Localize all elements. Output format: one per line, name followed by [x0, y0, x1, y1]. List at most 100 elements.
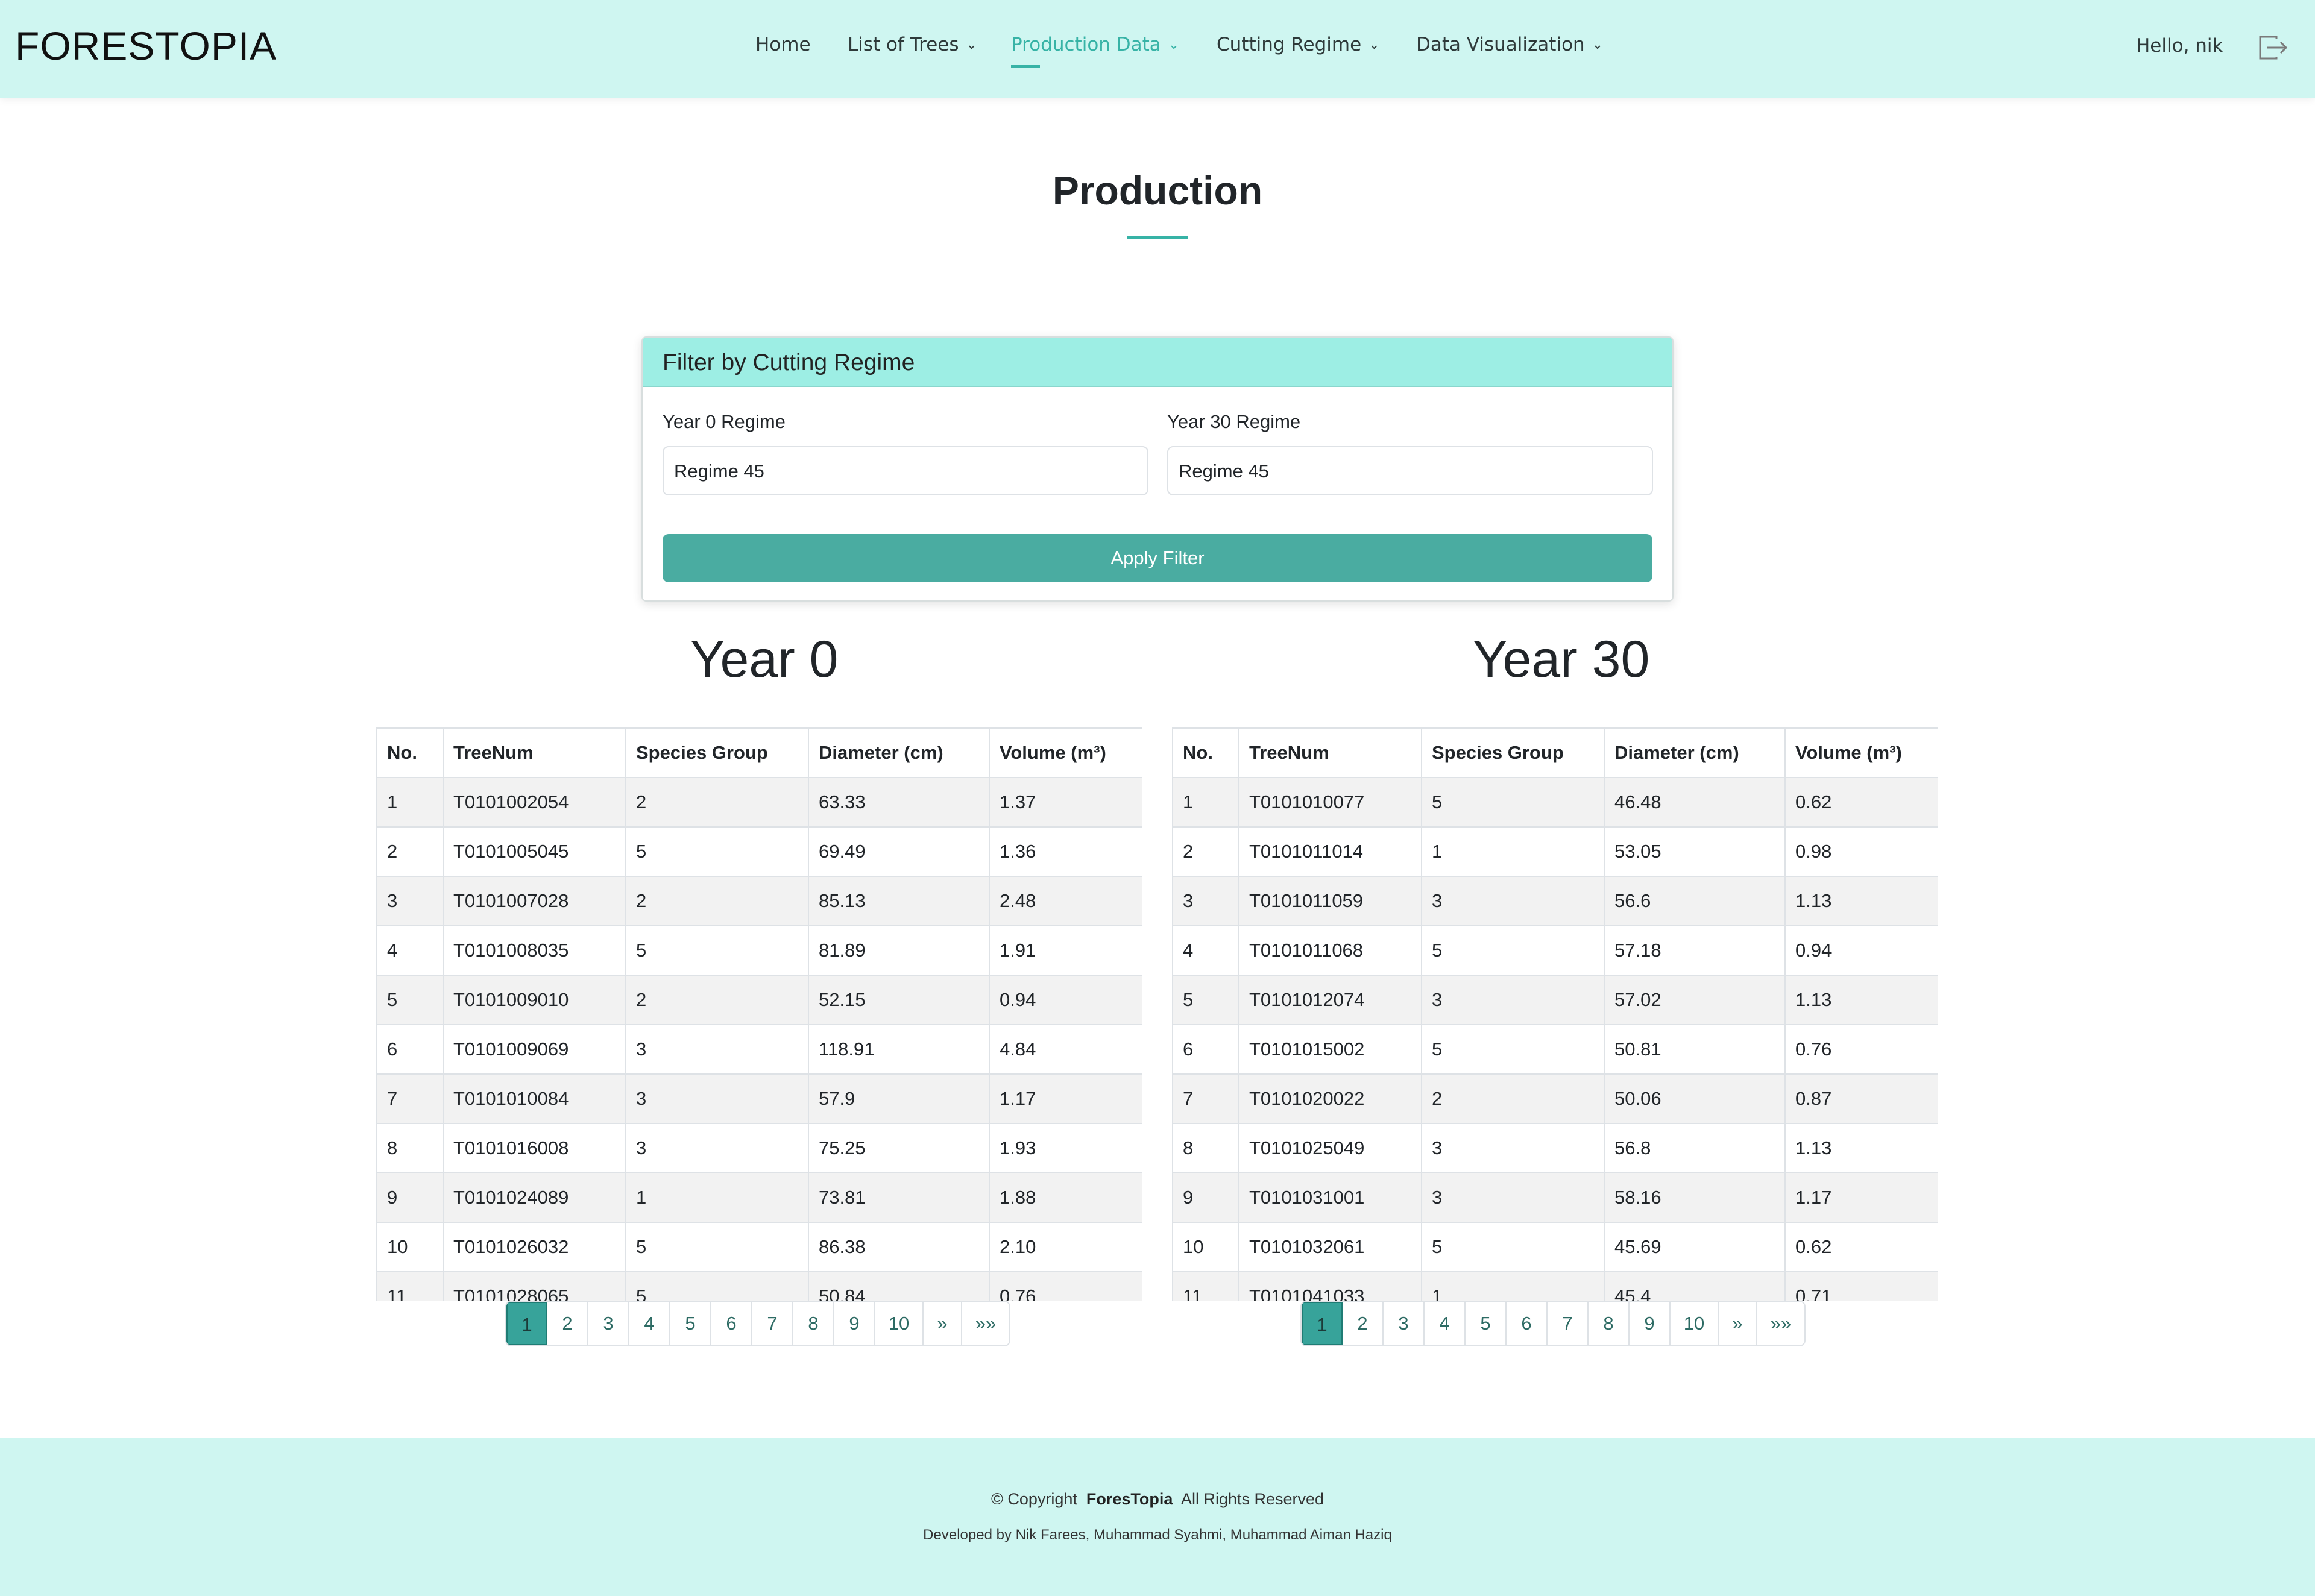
year30-page-5[interactable]: 5 [1466, 1302, 1507, 1345]
cell-diameter: 50.06 [1604, 1073, 1786, 1124]
year30-regime-label: Year 30 Regime [1167, 411, 1301, 432]
cell-treenum: T0101015002 [1238, 1024, 1422, 1075]
chevron-down-icon: ⌄ [966, 37, 977, 52]
cell-diameter: 69.49 [808, 826, 990, 877]
cell-treenum: T0101031001 [1238, 1172, 1422, 1223]
year30-page-8[interactable]: 8 [1589, 1302, 1630, 1345]
col-volume: Volume (m³) [1784, 727, 1938, 778]
top-navbar: FORESTOPIA Home List of Trees ⌄ Productio… [0, 0, 2315, 98]
year30-page-3[interactable]: 3 [1384, 1302, 1425, 1345]
cell-volume: 2.10 [989, 1222, 1142, 1272]
year30-page-10[interactable]: 10 [1671, 1302, 1719, 1345]
table-row: 5 T0101012074 3 57.02 1.13 [1172, 975, 1938, 1025]
cell-volume: 1.13 [1784, 876, 1938, 926]
year0-page-10[interactable]: 10 [875, 1302, 924, 1345]
year0-page-4[interactable]: 4 [629, 1302, 670, 1345]
chevron-down-icon: ⌄ [1168, 37, 1180, 52]
col-diameter: Diameter (cm) [808, 727, 990, 778]
cell-treenum: T0101010084 [443, 1073, 626, 1124]
cell-volume: 0.98 [1784, 826, 1938, 877]
year30-page-next[interactable]: » [1719, 1302, 1757, 1345]
table-row: 1 T0101002054 2 63.33 1.37 [376, 777, 1142, 828]
year0-page-next[interactable]: » [924, 1302, 962, 1345]
year0-page-6[interactable]: 6 [711, 1302, 752, 1345]
cell-species-group: 2 [625, 876, 809, 926]
cell-volume: 1.91 [989, 925, 1142, 976]
nav-production-data[interactable]: Production Data ⌄ [1011, 34, 1179, 55]
year30-page-last[interactable]: »» [1757, 1302, 1804, 1345]
year0-page-3[interactable]: 3 [588, 1302, 629, 1345]
nav-data-visualization[interactable]: Data Visualization ⌄ [1416, 34, 1603, 55]
cell-treenum: T0101032061 [1238, 1222, 1422, 1272]
year0-page-2[interactable]: 2 [547, 1302, 588, 1345]
cell-diameter: 75.25 [808, 1123, 990, 1173]
col-species-group: Species Group [1421, 727, 1605, 778]
cell-no: 11 [1172, 1271, 1239, 1301]
cell-diameter: 56.8 [1604, 1123, 1786, 1173]
table-row: 8 T0101025049 3 56.8 1.13 [1172, 1123, 1938, 1173]
cell-species-group: 1 [1421, 826, 1605, 877]
year0-table-container[interactable]: No. TreeNum Species Group Diameter (cm) … [376, 727, 1142, 1301]
cell-no: 5 [1172, 975, 1239, 1025]
cell-treenum: T0101009010 [443, 975, 626, 1025]
cell-diameter: 73.81 [808, 1172, 990, 1223]
cell-no: 6 [1172, 1024, 1239, 1075]
cell-treenum: T0101025049 [1238, 1123, 1422, 1173]
year30-page-1[interactable]: 1 [1302, 1302, 1343, 1345]
cell-diameter: 118.91 [808, 1024, 990, 1075]
copyright-line: © Copyright ForesTopia All Rights Reserv… [0, 1490, 2315, 1509]
cell-volume: 0.62 [1784, 1222, 1938, 1272]
year30-page-9[interactable]: 9 [1630, 1302, 1671, 1345]
year0-regime-select[interactable]: Regime 45 [663, 446, 1148, 495]
year30-pagination: 1 2 3 4 5 6 7 8 9 10»»» [1300, 1301, 1806, 1346]
cell-volume: 0.76 [1784, 1024, 1938, 1075]
year0-page-8[interactable]: 8 [793, 1302, 834, 1345]
table-row: 9 T0101031001 3 58.16 1.17 [1172, 1172, 1938, 1223]
apply-filter-button[interactable]: Apply Filter [663, 534, 1652, 582]
nav-cutting-regime[interactable]: Cutting Regime ⌄ [1217, 34, 1380, 55]
nav-home[interactable]: Home [755, 34, 811, 55]
cell-treenum: T0101007028 [443, 876, 626, 926]
cell-no: 3 [376, 876, 444, 926]
cell-no: 9 [376, 1172, 444, 1223]
col-species-group: Species Group [625, 727, 809, 778]
cell-species-group: 3 [1421, 876, 1605, 926]
table-header-row: No. TreeNum Species Group Diameter (cm) … [376, 727, 1142, 778]
year30-page-6[interactable]: 6 [1507, 1302, 1548, 1345]
cell-species-group: 3 [625, 1123, 809, 1173]
year30-regime-select[interactable]: Regime 45 [1167, 446, 1653, 495]
year0-page-9[interactable]: 9 [834, 1302, 875, 1345]
cell-species-group: 2 [625, 777, 809, 828]
cell-volume: 0.87 [1784, 1073, 1938, 1124]
year30-page-7[interactable]: 7 [1548, 1302, 1589, 1345]
year30-page-2[interactable]: 2 [1343, 1302, 1384, 1345]
cell-no: 8 [1172, 1123, 1239, 1173]
filter-card-title: Filter by Cutting Regime [663, 350, 915, 375]
cell-diameter: 86.38 [808, 1222, 990, 1272]
cell-treenum: T0101002054 [443, 777, 626, 828]
nav-list-of-trees-label: List of Trees [848, 34, 959, 55]
nav-list-of-trees[interactable]: List of Trees ⌄ [848, 34, 977, 55]
cell-no: 8 [376, 1123, 444, 1173]
page-title: Production [1052, 168, 1263, 213]
year0-page-1[interactable]: 1 [506, 1302, 547, 1345]
year30-table-container[interactable]: No. TreeNum Species Group Diameter (cm) … [1172, 727, 1938, 1301]
year30-page-4[interactable]: 4 [1425, 1302, 1466, 1345]
year0-regime-label: Year 0 Regime [663, 411, 786, 432]
user-greeting: Hello, nik [2136, 35, 2223, 57]
cell-species-group: 2 [1421, 1073, 1605, 1124]
logout-icon[interactable] [2258, 35, 2288, 60]
year0-page-5[interactable]: 5 [670, 1302, 711, 1345]
year0-page-7[interactable]: 7 [752, 1302, 793, 1345]
cell-species-group: 5 [625, 1222, 809, 1272]
year0-page-last[interactable]: »» [962, 1302, 1009, 1345]
filter-card: Filter by Cutting Regime Year 0 Regime R… [641, 336, 1674, 602]
cell-volume: 0.71 [1784, 1271, 1938, 1301]
table-row: 4 T0101011068 5 57.18 0.94 [1172, 925, 1938, 976]
chevron-down-icon: ⌄ [1592, 37, 1604, 52]
cell-treenum: T0101010077 [1238, 777, 1422, 828]
cell-treenum: T0101005045 [443, 826, 626, 877]
cell-diameter: 57.9 [808, 1073, 990, 1124]
table-row: 3 T0101011059 3 56.6 1.13 [1172, 876, 1938, 926]
cell-volume: 0.76 [989, 1271, 1142, 1301]
